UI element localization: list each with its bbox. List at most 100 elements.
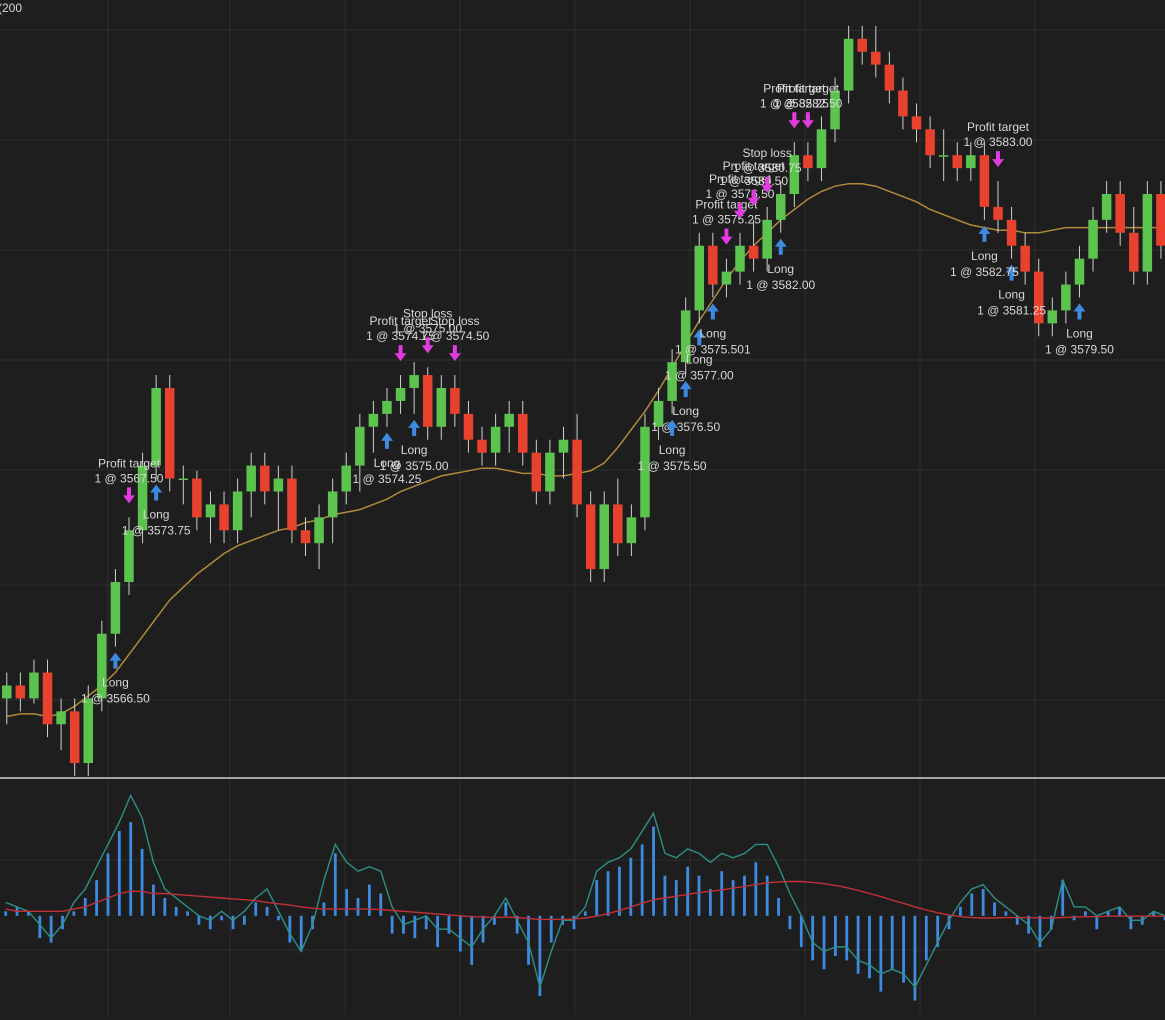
candle-body: [382, 400, 392, 414]
histogram-bar: [197, 915, 201, 925]
candle: [164, 375, 175, 492]
histogram-bar: [390, 915, 394, 934]
trade-price: 1 @ 3576.50: [651, 420, 720, 434]
histogram-bar: [1129, 915, 1133, 930]
candle-body: [314, 517, 324, 544]
trade-price: 1 @ 3575.50: [638, 459, 707, 473]
candle-body: [735, 245, 745, 272]
candle-body: [979, 155, 990, 207]
histogram-bar: [95, 880, 99, 916]
candle-body: [178, 478, 189, 481]
candle: [1142, 181, 1153, 285]
candle-body: [1074, 258, 1085, 285]
histogram-bar: [163, 897, 167, 916]
histogram-bar: [663, 875, 667, 916]
histogram-bar: [583, 911, 587, 916]
trade-price: 1 @ 3566.50: [81, 692, 150, 706]
histogram-bar: [777, 897, 780, 916]
histogram-bar: [470, 915, 474, 965]
candle-body: [219, 504, 229, 531]
trade-label: Long: [998, 288, 1025, 302]
histogram-bar: [993, 902, 996, 916]
histogram-bar: [242, 915, 246, 925]
candle-body: [246, 465, 256, 492]
candle-body: [83, 698, 94, 764]
histogram-bar: [38, 915, 42, 939]
histogram-bar: [333, 853, 337, 916]
histogram-bar: [572, 915, 576, 930]
histogram-bar: [277, 915, 280, 921]
histogram-bar: [970, 893, 974, 916]
histogram-bar: [833, 915, 837, 956]
candle-body: [2, 685, 12, 699]
trade-label: Profit target: [777, 81, 840, 95]
trade-label: Long: [143, 508, 170, 522]
trade-price: 1 @ 3577.00: [665, 368, 734, 382]
histogram-bar: [845, 915, 849, 961]
histogram-bar: [220, 915, 224, 921]
histogram-bar: [697, 875, 701, 916]
trade-price: 1 @ 3574.50: [420, 329, 489, 343]
candle-body: [1006, 219, 1017, 246]
candle-body: [518, 413, 528, 453]
histogram-bar: [140, 848, 144, 916]
trade-price: 1 @ 3575.501: [675, 342, 751, 356]
histogram-bar: [345, 889, 349, 916]
candle-body: [694, 245, 705, 311]
histogram-bar: [379, 893, 383, 916]
histogram-bar: [686, 866, 690, 916]
histogram-bar: [1095, 915, 1099, 930]
histogram-bar: [618, 866, 621, 916]
candle-body: [422, 375, 433, 427]
histogram-bar: [981, 889, 985, 916]
histogram-bar: [152, 884, 155, 916]
chart-canvas[interactable]: Long 1 @ 3566.50 Long 1 @ 3573.75 Long 1 @ 35…: [0, 0, 1165, 1015]
trade-label: Long: [659, 443, 686, 457]
candle-body: [1115, 194, 1125, 233]
candle-body: [287, 478, 297, 531]
candle-body: [531, 452, 542, 492]
trade-price: 1 @ 3581.25: [977, 304, 1046, 318]
candle-body: [69, 711, 80, 764]
histogram-bar: [720, 871, 724, 916]
candle-body: [368, 413, 379, 427]
histogram-bar: [504, 902, 508, 916]
candle-body: [29, 672, 39, 699]
histogram-bar: [743, 875, 746, 916]
histogram-bar: [674, 880, 678, 916]
trade-price: 1 @ 3575.00: [380, 459, 449, 473]
trade-label: Long: [672, 404, 699, 418]
candle-body: [613, 504, 623, 544]
trading-chart: Long 1 @ 3566.50 Long 1 @ 3573.75 Long 1 @ 35…: [0, 0, 1165, 1015]
histogram-bar: [890, 915, 894, 970]
candle-body: [1047, 310, 1058, 324]
candle-body: [993, 206, 1003, 220]
candle-body: [938, 155, 949, 157]
histogram-bar: [959, 906, 962, 916]
candle-body: [110, 582, 121, 634]
trade-price: 1 @ 3580.75: [733, 161, 802, 175]
candle-body: [843, 38, 854, 91]
histogram-bar: [174, 906, 178, 916]
histogram-bar: [811, 915, 815, 961]
candle-body: [1156, 194, 1165, 246]
candle-body: [572, 439, 582, 505]
candle-body: [1129, 232, 1139, 272]
candle-body: [164, 388, 175, 479]
candle-body: [477, 439, 487, 453]
histogram-bar: [231, 915, 235, 930]
chart-background: [0, 0, 1165, 1015]
candle: [585, 491, 596, 582]
candle: [599, 491, 609, 582]
trade-price: 1 @ 3582.50: [773, 96, 842, 110]
candle-body: [151, 388, 161, 466]
histogram-bar: [868, 915, 871, 979]
trade-label: Profit target: [967, 120, 1030, 134]
histogram-bar: [879, 915, 883, 992]
candle-body: [558, 439, 569, 453]
candle-body: [490, 426, 501, 453]
histogram-bar: [595, 880, 599, 916]
candle-body: [355, 426, 365, 466]
histogram-bar: [129, 822, 133, 916]
candle-body: [260, 465, 270, 492]
